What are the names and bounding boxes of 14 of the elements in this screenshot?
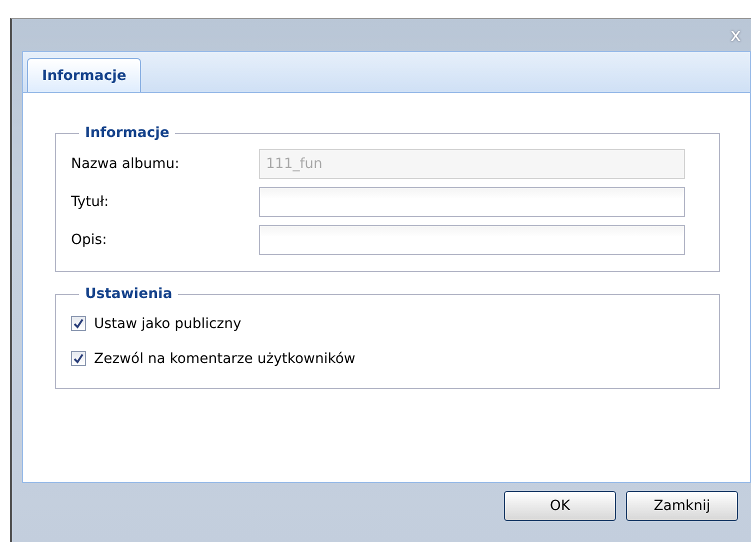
dialog-button[interactable]: Zamknij [626, 491, 738, 521]
checkbox-label: Zezwól na komentarze użytkowników [94, 350, 356, 366]
field-label: Tytuł: [71, 194, 110, 210]
tab[interactable]: Informacje [27, 58, 142, 92]
field-label: Nazwa albumu: [71, 156, 180, 172]
dialog-button[interactable]: OK [504, 491, 616, 521]
checkbox[interactable] [71, 316, 86, 331]
checkbox-label: Ustaw jako publiczny [94, 316, 242, 332]
checkbox[interactable] [71, 351, 86, 366]
input-field[interactable] [259, 225, 685, 255]
input-field[interactable] [259, 187, 685, 217]
group-legend: Informacje [79, 125, 176, 141]
field-label: Opis: [71, 232, 108, 248]
group-legend: Ustawienia [79, 286, 178, 302]
